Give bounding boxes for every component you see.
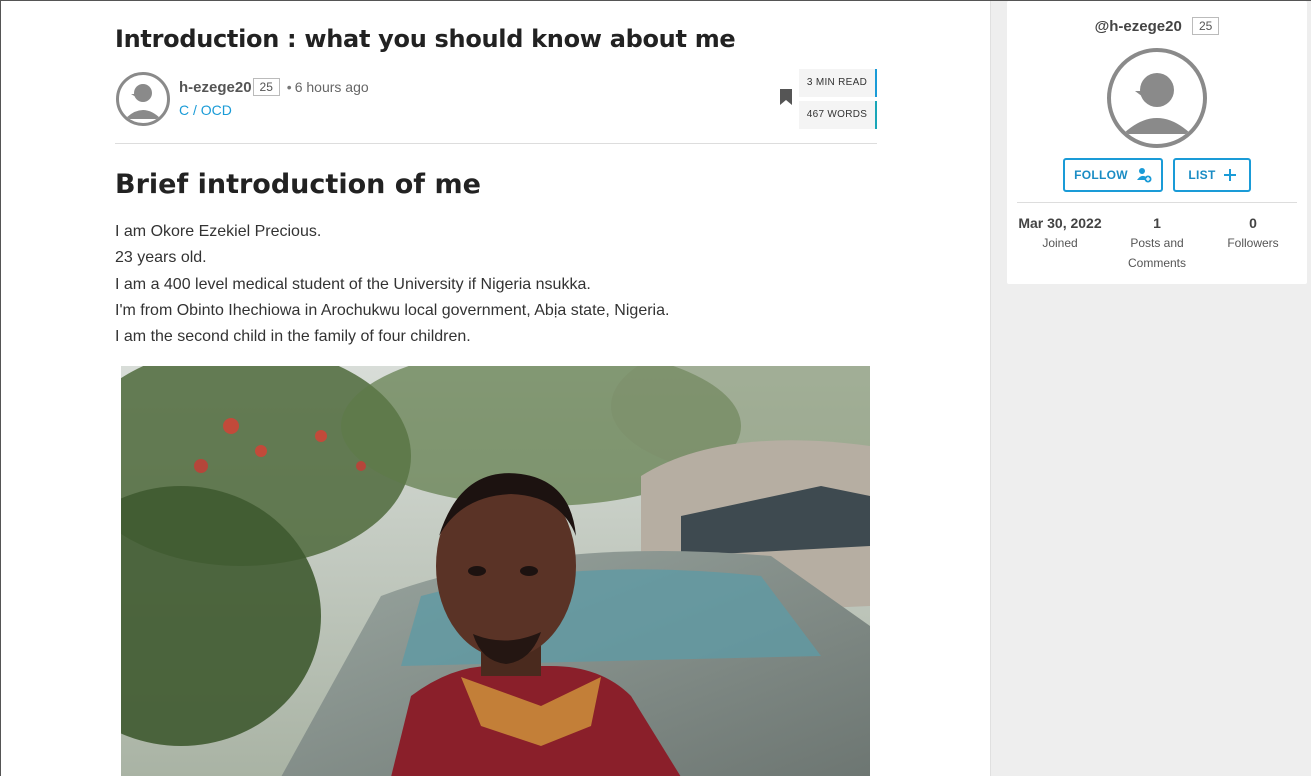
stat-value: Mar 30, 2022	[1018, 215, 1102, 231]
follow-button-label: FOLLOW	[1074, 168, 1128, 182]
plus-icon	[1223, 169, 1236, 181]
stat-label: Posts and Comments	[1127, 236, 1186, 270]
add-user-icon	[1136, 168, 1152, 183]
section-heading: Brief introduction of me	[115, 169, 481, 200]
follow-button[interactable]: FOLLOW	[1063, 158, 1163, 192]
author-reputation-badge: 25	[252, 78, 280, 96]
word-count-badge: 467 WORDS	[799, 101, 877, 129]
post-body: I am Okore Ezekiel Precious. 23 years ol…	[115, 219, 669, 350]
stat-value: 1	[1153, 215, 1161, 231]
body-paragraph: I am a 400 level medical student of the …	[115, 275, 591, 293]
body-paragraph: 23 years old.	[115, 249, 207, 267]
list-button[interactable]: LIST	[1173, 158, 1251, 192]
read-time-badge: 3 MIN READ	[799, 69, 877, 97]
post-author-row: h-ezege20 25 • 6 hours ago C / OCD 3 MIN R…	[115, 69, 877, 131]
author-avatar-icon[interactable]	[116, 72, 170, 126]
stat-followers[interactable]: 0 Followers	[1217, 215, 1289, 253]
profile-avatar-icon[interactable]	[1107, 48, 1207, 148]
profile-handle[interactable]: @h-ezege20	[1095, 18, 1182, 35]
header-divider	[115, 143, 877, 144]
author-name-link[interactable]: h-ezege20	[179, 79, 252, 96]
stat-posts[interactable]: 1 Posts and Comments	[1117, 215, 1197, 273]
profile-handle-row: @h-ezege20 25	[1007, 17, 1307, 35]
meta-separator: •	[286, 79, 292, 95]
stat-label: Joined	[1042, 236, 1078, 250]
author-meta: h-ezege20 25 • 6 hours ago	[179, 78, 369, 96]
post-title: Introduction : what you should know abou…	[115, 25, 736, 53]
body-paragraph: I am the second child in the family of f…	[115, 328, 471, 346]
stat-value: 0	[1249, 215, 1257, 231]
community-link[interactable]: C / OCD	[179, 102, 232, 118]
list-button-label: LIST	[1188, 168, 1216, 182]
bookmark-icon[interactable]	[780, 89, 792, 105]
stat-joined: Mar 30, 2022 Joined	[1015, 215, 1105, 253]
profile-card: @h-ezege20 25 FOLLOW LIST Mar 30, 2022 J…	[1007, 1, 1307, 284]
post-photo[interactable]	[121, 366, 870, 776]
body-paragraph: I'm from Obinto Ihechiowa in Arochukwu l…	[115, 301, 670, 319]
body-paragraph: I am Okore Ezekiel Precious.	[115, 223, 322, 240]
profile-reputation-badge: 25	[1191, 17, 1220, 35]
post-time-ago: 6 hours ago	[294, 79, 369, 95]
stat-label: Followers	[1227, 236, 1279, 250]
card-divider	[1017, 202, 1297, 203]
